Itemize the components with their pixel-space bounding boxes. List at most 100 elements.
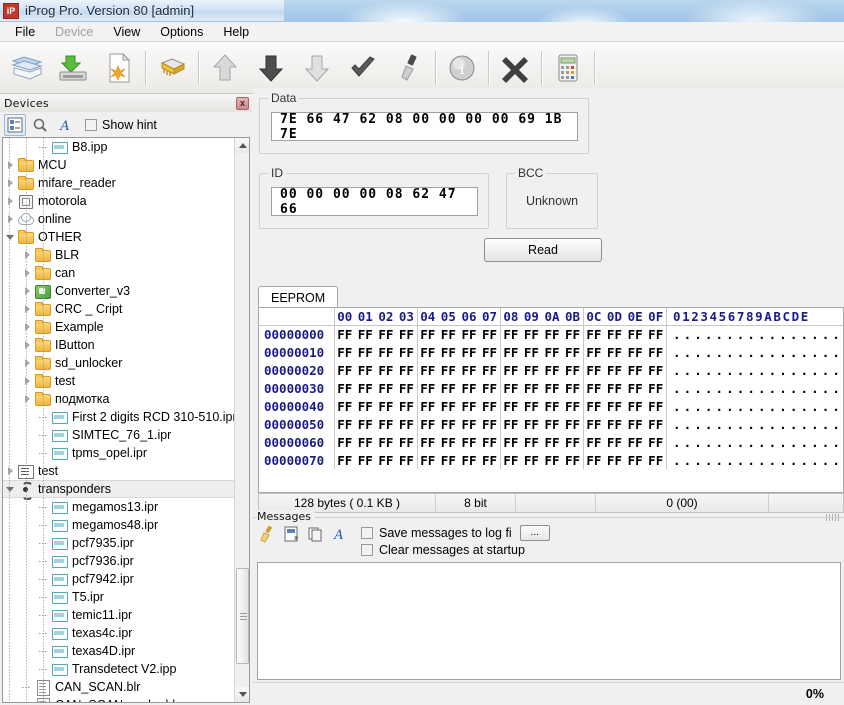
hex-byte[interactable]: FF xyxy=(376,397,397,415)
hex-byte[interactable]: FF xyxy=(542,415,563,433)
hex-ascii[interactable]: ................ xyxy=(665,397,843,415)
hex-byte[interactable]: FF xyxy=(479,379,500,397)
hex-byte[interactable]: FF xyxy=(416,379,439,397)
hex-byte[interactable]: FF xyxy=(355,451,376,469)
tree-item[interactable]: First 2 digits RCD 310-510.ipr xyxy=(3,408,234,426)
hex-byte[interactable]: FF xyxy=(582,433,605,451)
hex-byte[interactable]: FF xyxy=(604,343,625,361)
hex-byte[interactable]: FF xyxy=(582,361,605,379)
tree-item[interactable]: pcf7935.ipr xyxy=(3,534,234,552)
hex-byte[interactable]: FF xyxy=(542,325,563,343)
hex-byte[interactable]: FF xyxy=(521,325,542,343)
hex-row[interactable]: 00000010 FF FF FF FF FF FF FF FF FF FF FF FF FF FF FF FF… xyxy=(259,343,843,361)
hex-byte[interactable]: FF xyxy=(396,325,417,343)
tree-item[interactable]: IButton xyxy=(3,336,234,354)
hex-byte[interactable]: FF xyxy=(396,379,417,397)
tree-item[interactable]: Example xyxy=(3,318,234,336)
hex-byte[interactable]: FF xyxy=(479,415,500,433)
hex-byte[interactable]: FF xyxy=(416,415,439,433)
hex-byte[interactable]: FF xyxy=(396,361,417,379)
hex-byte[interactable]: FF xyxy=(625,415,646,433)
hex-byte[interactable]: FF xyxy=(376,325,397,343)
hex-byte[interactable]: FF xyxy=(625,325,646,343)
close-x-button[interactable] xyxy=(492,45,538,91)
hex-byte[interactable]: FF xyxy=(334,415,355,433)
hex-byte[interactable]: FF xyxy=(625,451,646,469)
devices-tree-scrollbar[interactable] xyxy=(234,138,249,702)
hex-row[interactable]: 00000050 FF FF FF FF FF FF FF FF FF FF FF FF FF FF FF FF… xyxy=(259,415,843,433)
hex-byte[interactable]: FF xyxy=(562,451,583,469)
hex-byte[interactable]: FF xyxy=(438,325,459,343)
tree-item[interactable]: transponders xyxy=(3,480,234,498)
hex-byte[interactable]: FF xyxy=(416,433,439,451)
hex-byte[interactable]: FF xyxy=(479,451,500,469)
hex-byte[interactable]: FF xyxy=(396,343,417,361)
hex-byte[interactable]: FF xyxy=(521,361,542,379)
tree-item[interactable]: MCU xyxy=(3,156,234,174)
hex-byte[interactable]: FF xyxy=(334,451,355,469)
hex-byte[interactable]: FF xyxy=(479,343,500,361)
show-hint-checkbox-box[interactable] xyxy=(85,118,97,131)
hex-row[interactable]: 00000040 FF FF FF FF FF FF FF FF FF FF FF FF FF FF FF FF… xyxy=(259,397,843,415)
hex-byte[interactable]: FF xyxy=(645,451,666,469)
hex-byte[interactable]: FF xyxy=(542,397,563,415)
chevron-down-icon[interactable] xyxy=(5,480,17,498)
hex-byte[interactable]: FF xyxy=(542,433,563,451)
hex-byte[interactable]: FF xyxy=(645,325,666,343)
messages-log-area[interactable] xyxy=(257,562,841,680)
chevron-right-icon[interactable] xyxy=(22,264,34,282)
tree-item[interactable]: OTHER xyxy=(3,228,234,246)
hex-byte[interactable]: FF xyxy=(334,397,355,415)
show-hint-checkbox[interactable]: Show hint xyxy=(85,118,157,132)
hex-byte[interactable]: FF xyxy=(604,325,625,343)
open-folder-button[interactable] xyxy=(4,45,50,91)
tree-item[interactable]: tpms_opel.ipr xyxy=(3,444,234,462)
hex-byte[interactable]: FF xyxy=(416,451,439,469)
hex-byte[interactable]: FF xyxy=(416,325,439,343)
hex-byte[interactable]: FF xyxy=(521,433,542,451)
hex-ascii[interactable]: ................ xyxy=(665,379,843,397)
chevron-right-icon[interactable] xyxy=(22,354,34,372)
tree-item[interactable]: online xyxy=(3,210,234,228)
hex-byte[interactable]: FF xyxy=(625,379,646,397)
hex-byte[interactable]: FF xyxy=(438,451,459,469)
hex-byte[interactable]: FF xyxy=(521,415,542,433)
hex-byte[interactable]: FF xyxy=(582,343,605,361)
messages-font-button[interactable]: A xyxy=(329,524,349,544)
hex-byte[interactable]: FF xyxy=(459,325,480,343)
hex-byte[interactable]: FF xyxy=(334,433,355,451)
hex-byte[interactable]: FF xyxy=(459,379,480,397)
hex-byte[interactable]: FF xyxy=(438,433,459,451)
clear-at-startup-checkbox[interactable] xyxy=(361,543,373,556)
hex-byte[interactable]: FF xyxy=(355,325,376,343)
hex-byte[interactable]: FF xyxy=(334,361,355,379)
hex-byte[interactable]: FF xyxy=(479,397,500,415)
hex-byte[interactable]: FF xyxy=(355,415,376,433)
hex-byte[interactable]: FF xyxy=(499,379,522,397)
data-value-field[interactable]: 7E 66 47 62 08 00 00 00 00 69 1B 7E xyxy=(271,112,578,142)
hex-byte[interactable]: FF xyxy=(416,397,439,415)
save-log-button[interactable]: x xyxy=(281,524,301,544)
hex-byte[interactable]: FF xyxy=(376,379,397,397)
tree-item[interactable]: CAN_SCAN_proba.blr xyxy=(3,696,234,702)
hex-byte[interactable]: FF xyxy=(438,379,459,397)
hex-byte[interactable]: FF xyxy=(521,397,542,415)
hex-byte[interactable]: FF xyxy=(625,361,646,379)
hex-byte[interactable]: FF xyxy=(499,415,522,433)
chip-button[interactable] xyxy=(149,45,195,91)
hex-byte[interactable]: FF xyxy=(625,343,646,361)
chevron-right-icon[interactable] xyxy=(5,192,17,210)
tree-item[interactable]: B8.ipp xyxy=(3,138,234,156)
hex-byte[interactable]: FF xyxy=(396,397,417,415)
hex-byte[interactable]: FF xyxy=(582,325,605,343)
hex-byte[interactable]: FF xyxy=(582,379,605,397)
hex-ascii[interactable]: ................ xyxy=(665,325,843,343)
calculator-button[interactable] xyxy=(545,45,591,91)
hex-byte[interactable]: FF xyxy=(499,451,522,469)
close-icon[interactable]: x xyxy=(236,96,249,110)
hex-byte[interactable]: FF xyxy=(396,415,417,433)
copy-messages-button[interactable] xyxy=(305,524,325,544)
hex-byte[interactable]: FF xyxy=(604,433,625,451)
hex-byte[interactable]: FF xyxy=(604,451,625,469)
save-disk-button[interactable] xyxy=(50,45,96,91)
